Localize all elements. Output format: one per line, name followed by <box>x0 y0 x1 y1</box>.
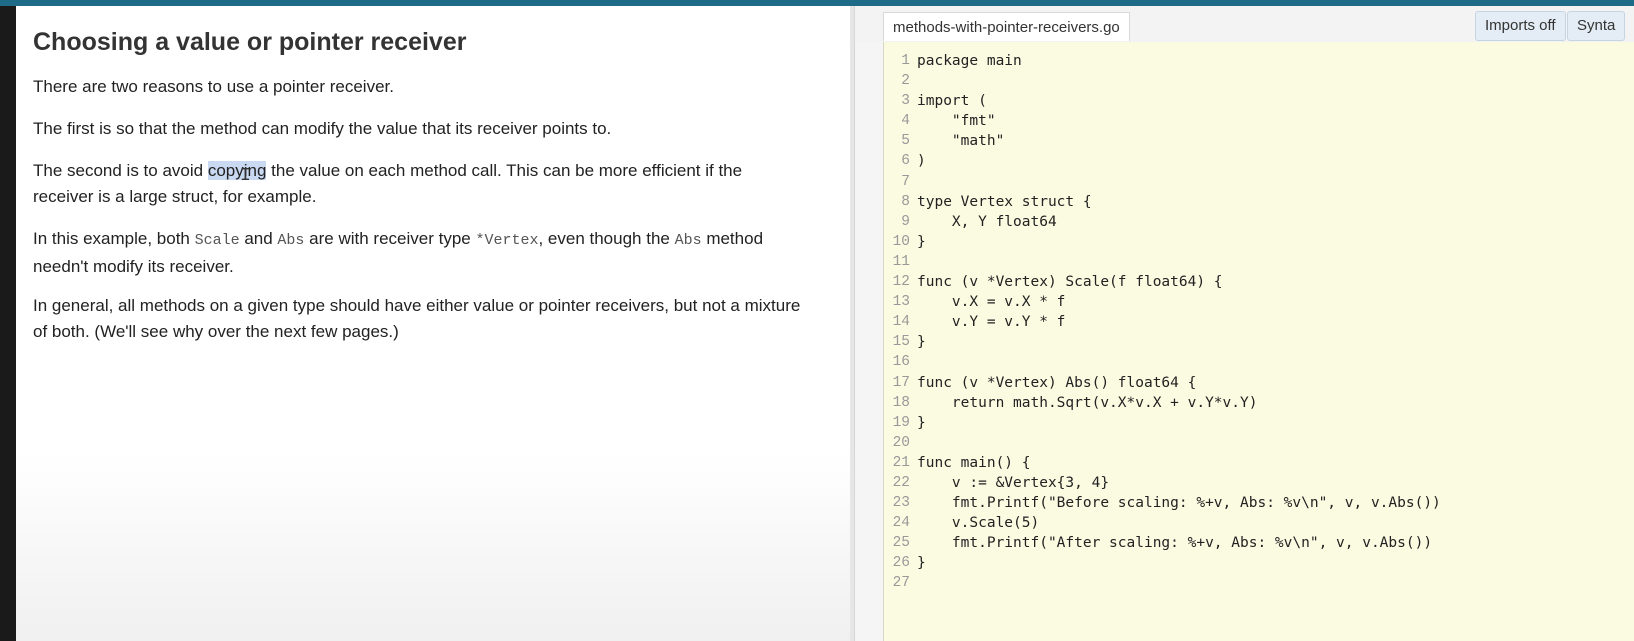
line-number: 22 <box>892 474 910 491</box>
code-line[interactable]: } <box>917 553 1441 573</box>
line-number: 18 <box>892 394 910 411</box>
imports-toggle-button[interactable]: Imports off <box>1475 11 1566 41</box>
left-edge <box>0 6 16 641</box>
code-text[interactable]: package main import ( "fmt" "math") type V… <box>917 51 1441 594</box>
syntax-toggle-button[interactable]: Synta <box>1567 11 1626 41</box>
code-line[interactable]: v.X = v.X * f <box>917 292 1441 312</box>
line-number: 21 <box>892 454 910 471</box>
code-line[interactable]: fmt.Printf("Before scaling: %+v, Abs: %v… <box>917 493 1441 513</box>
lesson-paragraph-3: The second is to avoid copying the value… <box>33 158 793 210</box>
code-line[interactable]: v.Y = v.Y * f <box>917 312 1441 332</box>
line-number: 24 <box>892 515 910 532</box>
text-run: , even though the <box>538 229 675 248</box>
lesson-paragraph-2: The first is so that the method can modi… <box>33 119 612 138</box>
line-number: 2 <box>901 73 910 90</box>
code-line[interactable] <box>917 433 1441 453</box>
code-line[interactable]: X, Y float64 <box>917 212 1441 232</box>
code-line[interactable]: v := &Vertex{3, 4} <box>917 473 1441 493</box>
code-line[interactable]: "fmt" <box>917 111 1441 131</box>
lesson-panel: Choosing a value or pointer receiver The… <box>16 6 850 641</box>
code-line[interactable]: "math" <box>917 131 1441 151</box>
line-number: 5 <box>901 133 910 150</box>
code-line[interactable]: import ( <box>917 91 1441 111</box>
code-line[interactable] <box>917 71 1441 91</box>
line-number: 12 <box>892 274 910 291</box>
tab-file[interactable]: methods-with-pointer-receivers.go <box>883 12 1130 41</box>
line-number: 26 <box>892 555 910 572</box>
code-line[interactable]: } <box>917 413 1441 433</box>
code-line[interactable] <box>917 573 1441 593</box>
text-run: The second is to avoid <box>33 161 208 180</box>
code-line[interactable] <box>917 252 1441 272</box>
code-line[interactable]: type Vertex struct { <box>917 192 1441 212</box>
text-run: and <box>239 229 278 248</box>
code-line[interactable]: return math.Sqrt(v.X*v.X + v.Y*v.Y) <box>917 393 1441 413</box>
code-line[interactable]: func main() { <box>917 453 1441 473</box>
line-number: 14 <box>892 314 910 331</box>
line-number: 3 <box>901 93 910 110</box>
line-number: 19 <box>892 414 910 431</box>
line-number: 7 <box>901 173 910 190</box>
line-numbers: 1 2 3 4 5 6 7 8 9 10 11 12 13 14 15 16 17 18 19 20 21 22 23 24 2… <box>884 51 910 594</box>
code-line[interactable]: ) <box>917 151 1441 171</box>
inline-code: *Vertex <box>475 232 539 249</box>
line-number: 20 <box>892 434 910 451</box>
lesson-paragraph-1: There are two reasons to use a pointer r… <box>33 77 394 96</box>
selected-text[interactable]: copying <box>207 161 267 180</box>
line-number: 23 <box>892 495 910 512</box>
lesson-paragraph-4: In this example, both Scale and Abs are … <box>33 226 793 280</box>
code-line[interactable] <box>917 172 1441 192</box>
line-number: 10 <box>892 233 910 250</box>
line-number: 4 <box>901 113 910 130</box>
code-editor[interactable]: 1 2 3 4 5 6 7 8 9 10 11 12 13 14 15 16 17 18 19 20 21 22 23 24 2… <box>884 42 1634 641</box>
line-number: 13 <box>892 294 910 311</box>
inline-code: Abs <box>277 232 305 249</box>
line-number: 9 <box>901 213 910 230</box>
line-number: 27 <box>892 575 910 592</box>
code-editor-panel: methods-with-pointer-receivers.go Import… <box>854 6 1634 641</box>
text-cursor-icon: Ι <box>240 166 251 186</box>
code-line[interactable]: fmt.Printf("After scaling: %+v, Abs: %v\… <box>917 533 1441 553</box>
line-number: 11 <box>892 253 910 270</box>
line-number: 17 <box>892 374 910 391</box>
line-number: 16 <box>892 354 910 371</box>
code-line[interactable]: func (v *Vertex) Scale(f float64) { <box>917 272 1441 292</box>
line-number: 8 <box>901 193 910 210</box>
inline-code: Scale <box>194 232 240 249</box>
code-line[interactable]: package main <box>917 51 1441 71</box>
code-line[interactable]: } <box>917 332 1441 352</box>
code-line[interactable]: func (v *Vertex) Abs() float64 { <box>917 373 1441 393</box>
line-number: 15 <box>892 334 910 351</box>
code-line[interactable]: } <box>917 232 1441 252</box>
page-title: Choosing a value or pointer receiver <box>33 28 467 56</box>
line-number: 1 <box>901 53 910 69</box>
code-line[interactable] <box>917 352 1441 372</box>
code-line[interactable]: v.Scale(5) <box>917 513 1441 533</box>
line-number-gutter <box>855 42 884 641</box>
text-run: In this example, both <box>33 229 195 248</box>
text-run: are with receiver type <box>304 229 476 248</box>
line-number: 6 <box>901 153 910 170</box>
inline-code: Abs <box>674 232 702 249</box>
lesson-paragraph-5: In general, all methods on a given type … <box>33 296 801 341</box>
line-number: 25 <box>892 535 910 552</box>
